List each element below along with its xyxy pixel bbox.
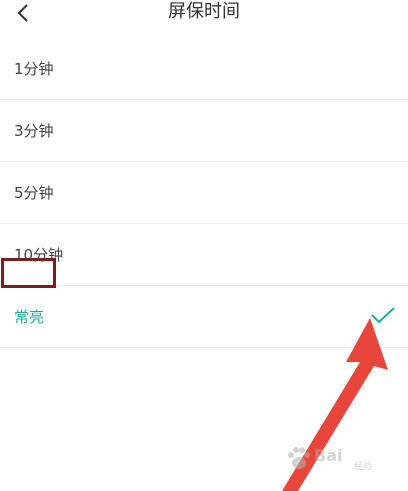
paw-icon [288,447,310,469]
option-label: 常亮 [14,308,45,326]
option-label: 3分钟 [14,122,54,140]
option-always-on[interactable]: 常亮 [0,286,408,348]
chevron-left-icon [17,4,28,22]
check-icon [371,307,395,324]
timeout-options-list: 1分钟 3分钟 5分钟 10分钟 常亮 [0,38,408,348]
option-3-minutes[interactable]: 3分钟 [0,100,408,162]
option-label: 5分钟 [14,184,54,202]
option-label: 1分钟 [14,60,54,78]
option-5-minutes[interactable]: 5分钟 [0,162,408,224]
header: 屏保时间 [0,0,408,26]
watermark-brand: Bai [314,446,343,465]
watermark: Bai 经验 [284,444,394,474]
screen-timeout-page: 屏保时间 1分钟 3分钟 5分钟 10分钟 常亮 Bai 经验 [0,0,408,491]
back-button[interactable] [10,0,38,26]
option-label: 10分钟 [14,246,64,264]
option-1-minute[interactable]: 1分钟 [0,38,408,100]
page-title: 屏保时间 [168,1,240,22]
option-10-minutes[interactable]: 10分钟 [0,224,408,286]
watermark-sub: 经验 [354,462,373,472]
